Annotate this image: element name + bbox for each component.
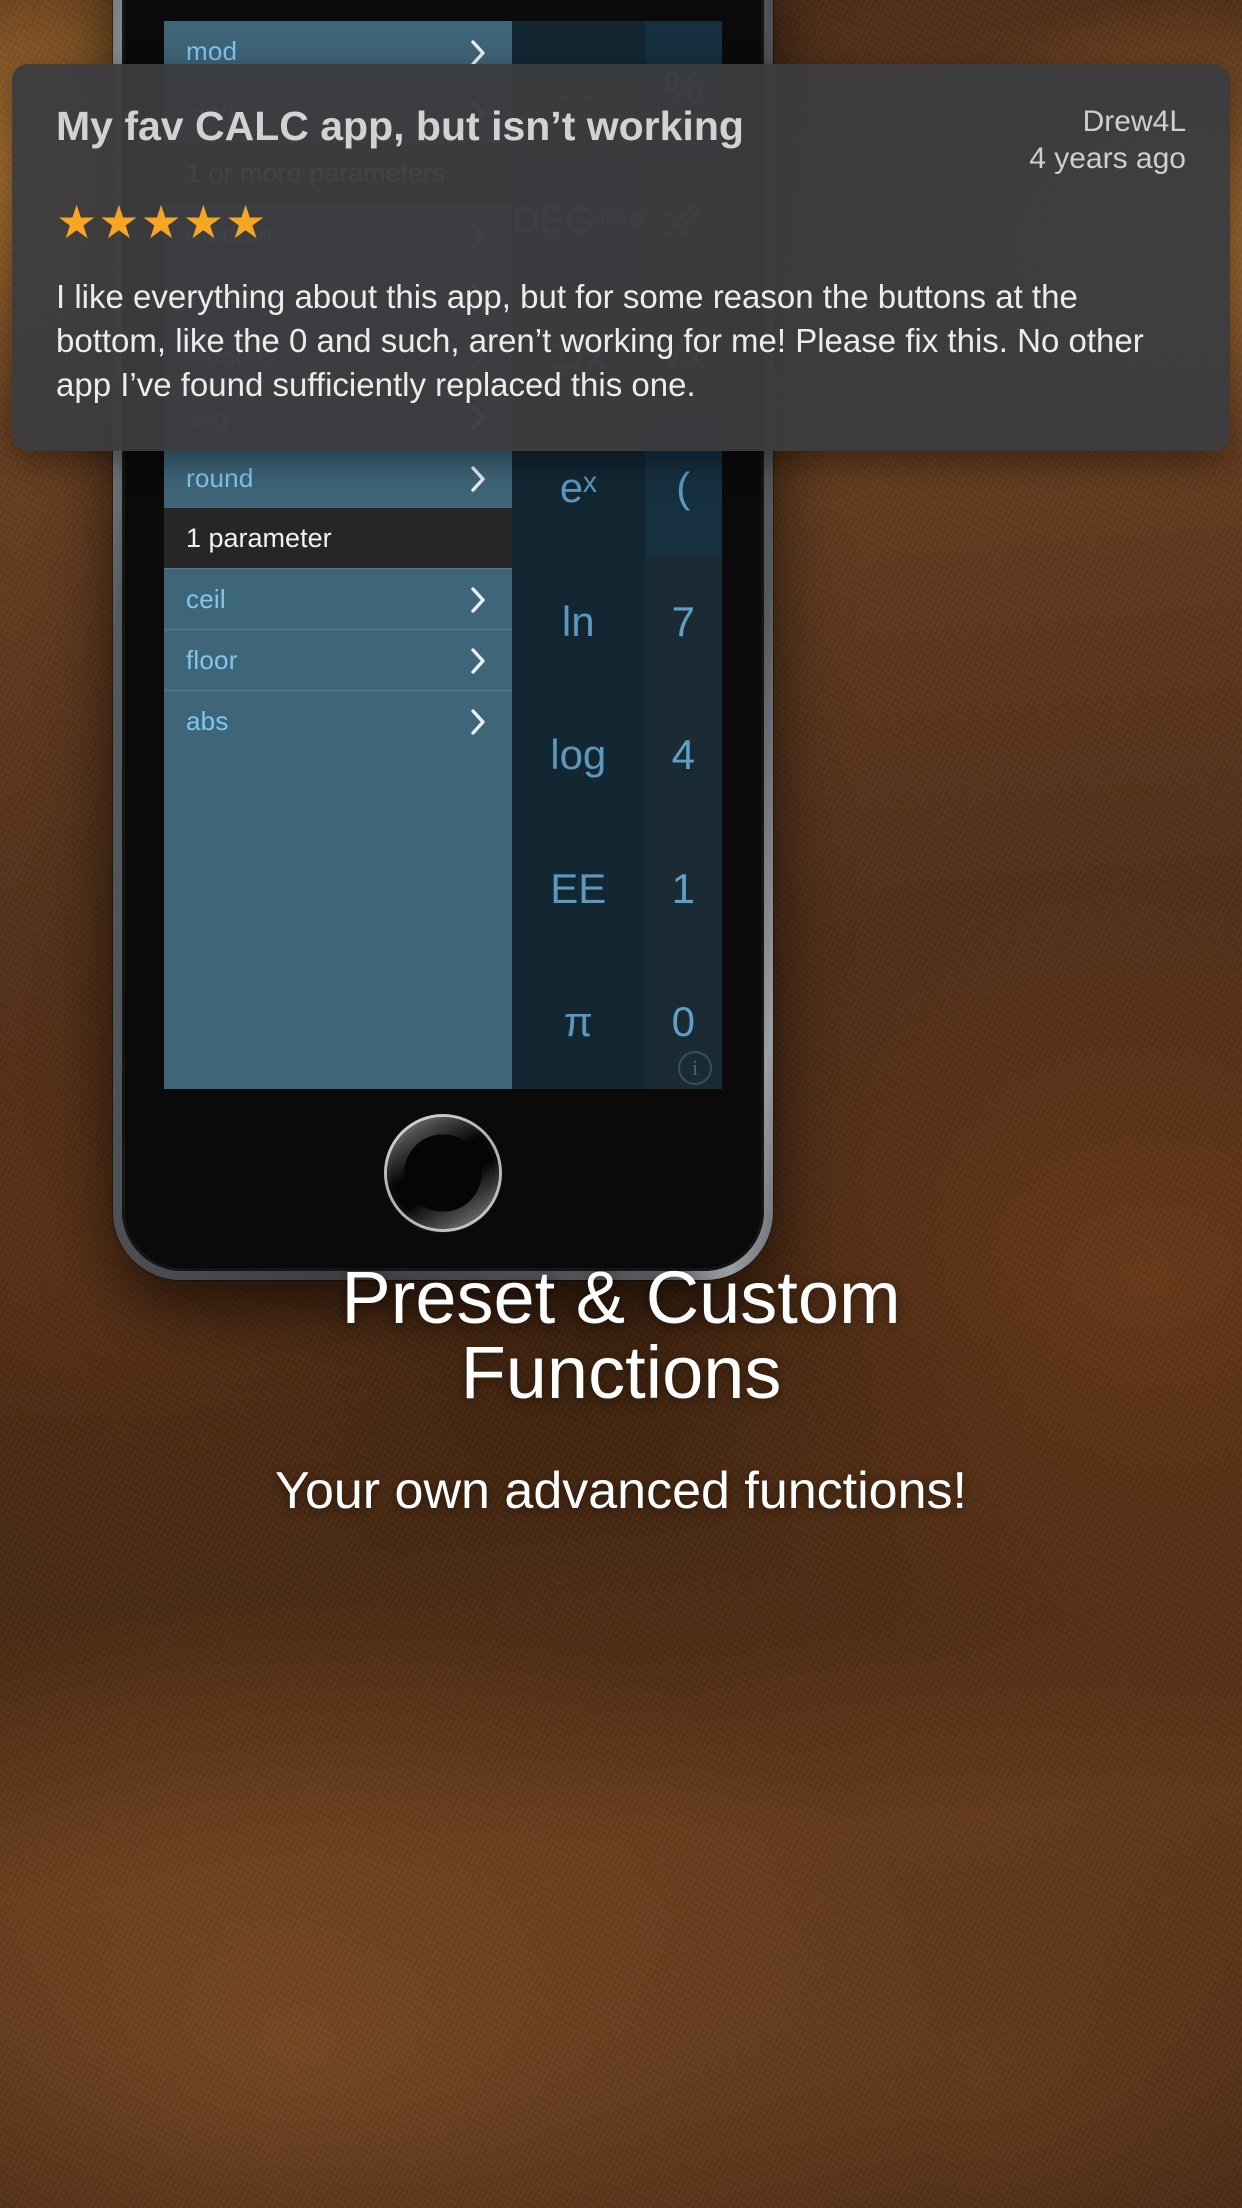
key-label: EE [550,864,607,912]
key-label: 0 [671,998,695,1046]
function-list-item[interactable]: round [164,447,512,508]
chevron-right-icon [470,39,486,66]
review-header: My fav CALC app, but isn’t working Drew4… [56,103,1186,177]
function-list-item[interactable]: ceil [164,568,512,629]
review-card: My fav CALC app, but isn’t working Drew4… [12,64,1230,451]
chevron-right-icon [470,708,486,735]
function-list-item-label: abs [186,705,229,736]
review-date: 4 years ago [1029,141,1186,175]
review-author: Drew4L [1082,105,1186,138]
function-list-item-label: mod [186,36,238,66]
caption-title-line1: Preset & Custom [341,1256,901,1339]
key-label: π [563,998,593,1046]
caption-title: Preset & Custom Functions [0,1260,1242,1411]
caption-subtitle: Your own advanced functions! [275,1461,967,1520]
log-key[interactable]: log [512,688,645,822]
info-icon[interactable]: i [678,1051,712,1085]
digit-7-key[interactable]: 7 [644,555,722,689]
function-list-item-label: ceil [186,583,226,614]
function-list-item-label: round [186,462,254,493]
function-list-item-label: floor [186,644,238,675]
chevron-right-icon [470,647,486,674]
review-body-text: I like everything about this app, but fo… [56,278,1144,403]
caption-title-line2: Functions [460,1331,782,1415]
ln-key[interactable]: ln [512,555,645,689]
digit-4-key[interactable]: 4 [644,688,722,822]
chevron-right-icon [470,465,486,492]
key-label: ( [676,464,691,512]
key-label: log [550,731,607,779]
review-meta: Drew4L 4 years ago [1029,104,1186,177]
chevron-right-icon [470,586,486,613]
key-label: 7 [671,597,695,645]
key-label: ln [561,597,595,645]
promo-caption: Preset & Custom Functions Your own advan… [0,1260,1242,1521]
home-button[interactable] [387,1117,499,1229]
digit-1-key[interactable]: 1 [644,822,722,956]
review-title: My fav CALC app, but isn’t working [56,103,744,149]
ee-key[interactable]: EE [512,822,645,956]
key-label: eˣ [559,464,597,512]
function-list-item[interactable]: floor [164,629,512,690]
pi-key[interactable]: π [512,955,645,1089]
key-label: 1 [671,864,695,912]
key-label: 4 [671,731,695,779]
function-list-item[interactable]: abs [164,690,512,751]
star-rating: ★★★★★ [56,196,268,249]
function-list-section-header: 1 parameter [164,508,512,568]
